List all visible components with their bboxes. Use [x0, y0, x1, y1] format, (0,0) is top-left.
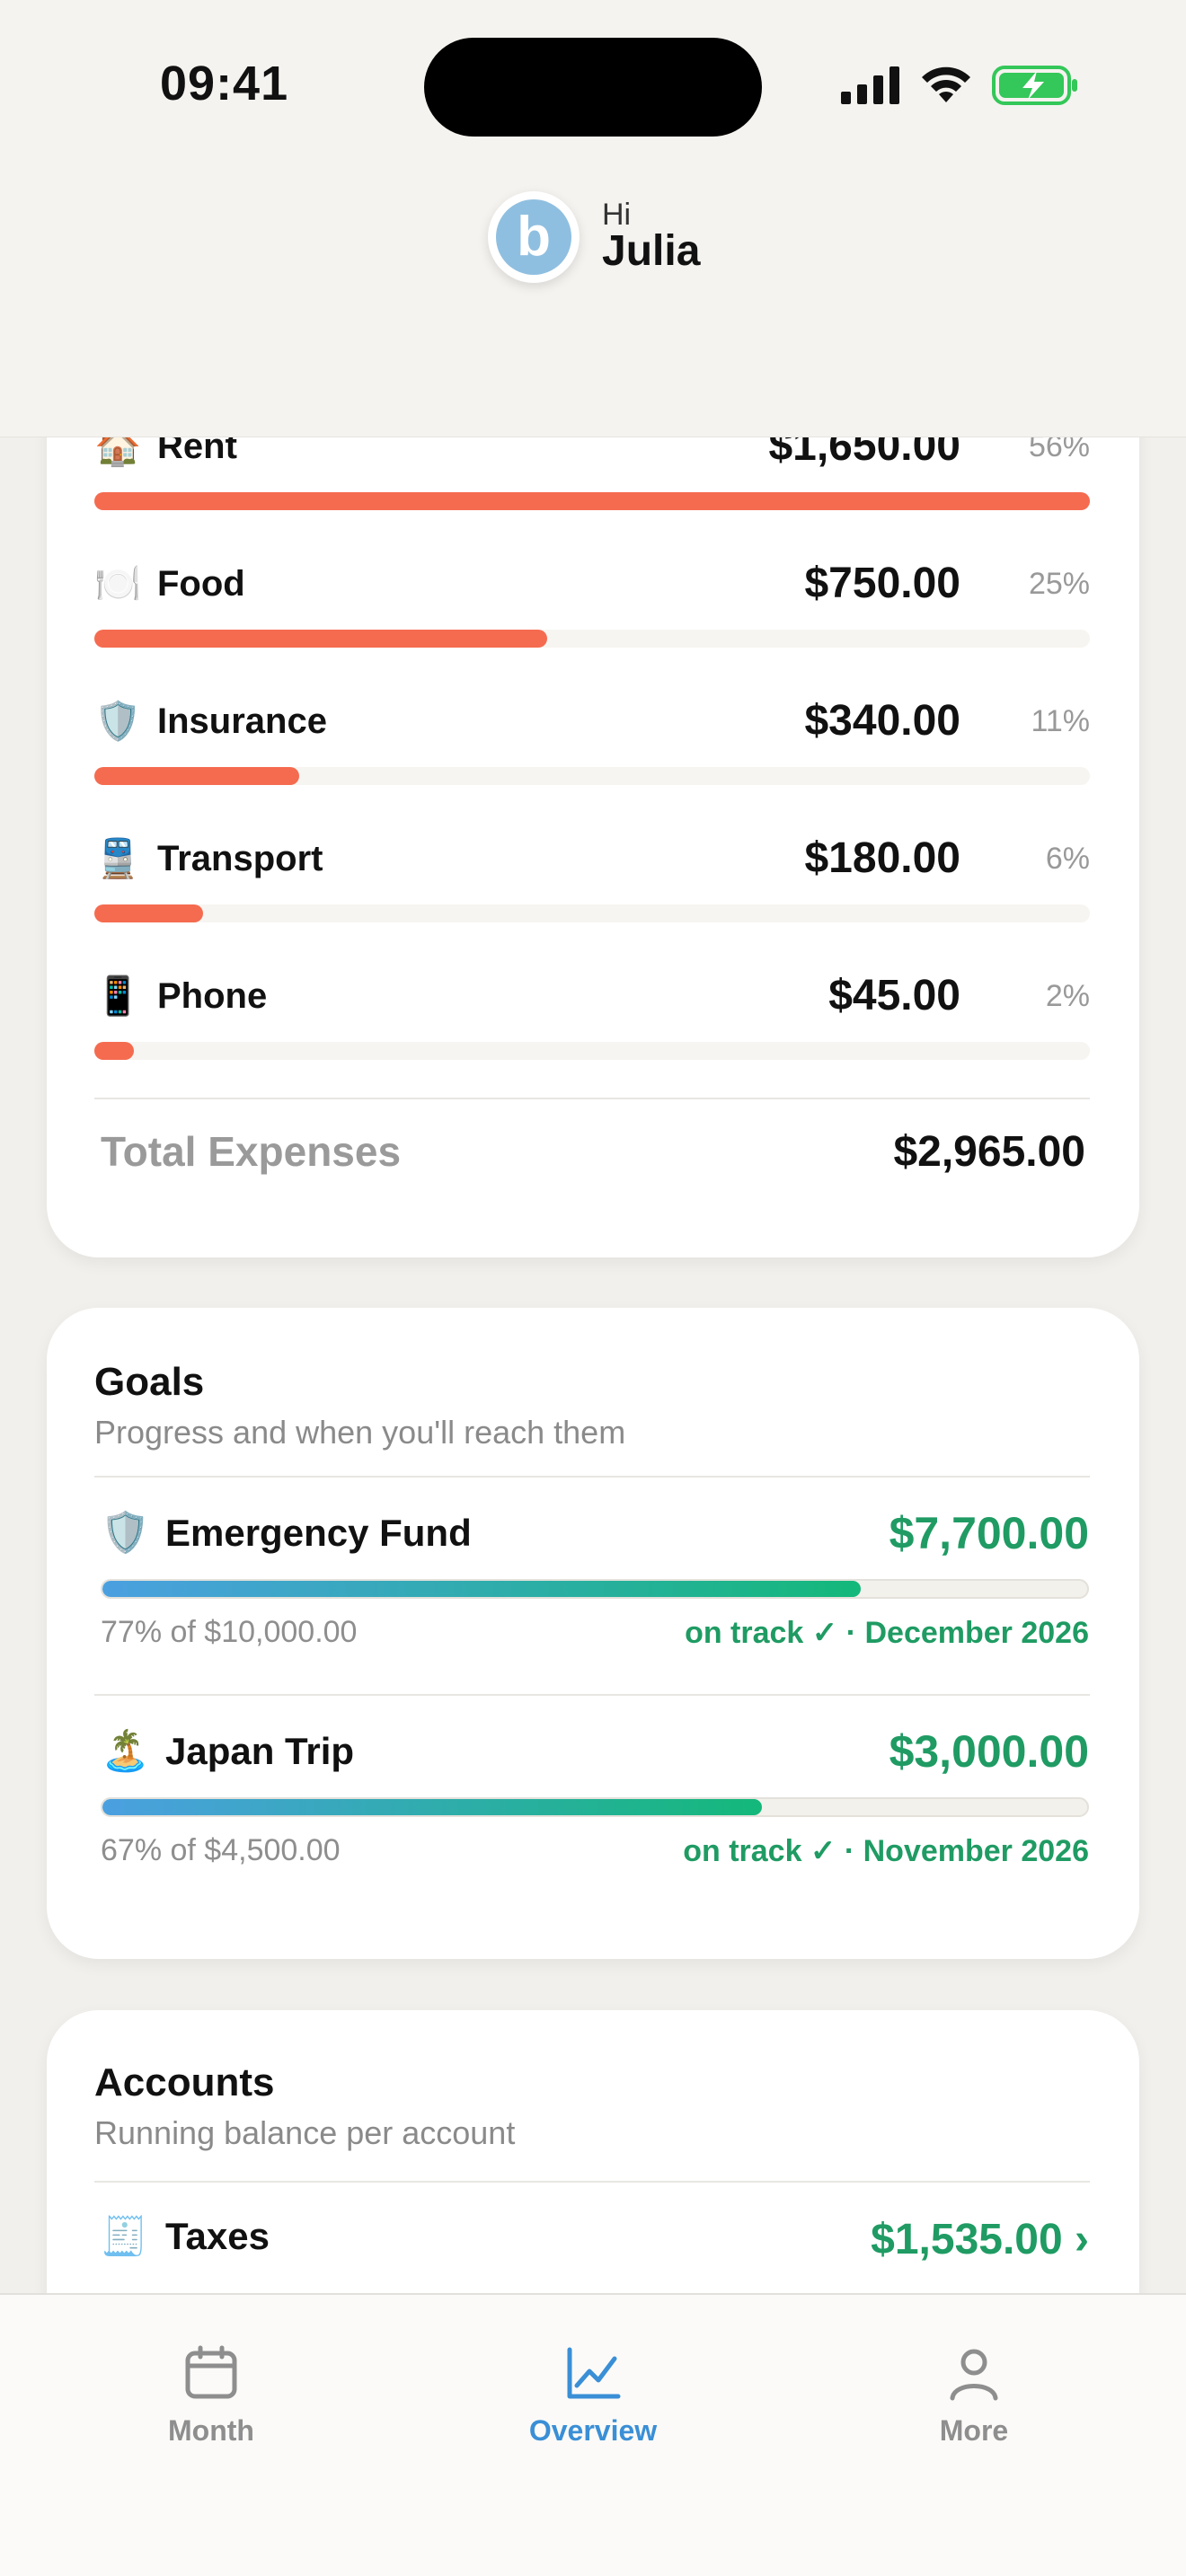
chart-icon — [567, 2347, 621, 2399]
expense-bar-fill — [94, 630, 548, 648]
plate-icon: 🍽️ — [94, 562, 142, 604]
goal-name: Japan Trip — [165, 1730, 355, 1772]
expense-bar-track — [94, 630, 1090, 648]
expense-percent: 25% — [1028, 567, 1090, 601]
expense-label: Phone — [157, 976, 268, 1016]
person-icon — [950, 2349, 998, 2401]
header: 09:41 b Hi Julia — [0, 0, 1186, 437]
status-time: 09:41 — [160, 57, 289, 110]
divider — [94, 2181, 1090, 2183]
avatar[interactable]: b — [488, 191, 580, 283]
expense-row-insurance[interactable]: 🛡️ Insurance $340.00 11% — [94, 697, 1090, 834]
expense-amount: $750.00 — [804, 560, 960, 607]
expense-amount: $180.00 — [804, 834, 960, 882]
goal-progress-track — [101, 1797, 1089, 1817]
expense-percent: 2% — [1045, 979, 1090, 1013]
goal-status: on track ✓ · December 2026 — [685, 1616, 1089, 1650]
divider — [94, 1476, 1090, 1478]
island-icon: 🏝️ — [101, 1729, 150, 1773]
divider — [94, 1694, 1090, 1696]
tab-overview[interactable]: Overview — [485, 2344, 701, 2448]
expense-bar-fill — [94, 1042, 135, 1060]
battery-charging-icon — [992, 66, 1077, 105]
receipt-icon: 🧾 — [101, 2215, 148, 2257]
total-expenses-value: $2,965.00 — [893, 1128, 1085, 1176]
dynamic-island — [424, 38, 762, 137]
goal-emergency-fund[interactable]: 🛡️ Emergency Fund $7,700.00 77% of $10,0… — [101, 1507, 1089, 1687]
expense-label: Insurance — [157, 701, 327, 741]
status-icons — [841, 63, 1078, 108]
total-expenses-label: Total Expenses — [101, 1128, 402, 1175]
expense-percent: 6% — [1045, 842, 1090, 876]
expense-bar-fill — [94, 492, 1090, 510]
phone-icon: 📱 — [94, 975, 142, 1017]
expense-bar-track — [94, 1042, 1090, 1060]
account-balance: $1,535.00 › — [871, 2216, 1089, 2263]
shield-icon: 🛡️ — [101, 1511, 150, 1555]
expense-percent: 11% — [1031, 704, 1090, 738]
expense-label: Transport — [157, 839, 323, 878]
goal-name: Emergency Fund — [165, 1512, 472, 1554]
expense-bar-track — [94, 492, 1090, 510]
goal-progress-text: 67% of $4,500.00 — [101, 1833, 341, 1867]
goals-card: Goals Progress and when you'll reach the… — [47, 1308, 1139, 1959]
expense-amount: $45.00 — [828, 972, 960, 1019]
account-name: Taxes — [165, 2215, 270, 2257]
expense-row-transport[interactable]: 🚆 Transport $180.00 6% — [94, 834, 1090, 972]
goal-japan-trip[interactable]: 🏝️ Japan Trip $3,000.00 67% of $4,500.00… — [101, 1725, 1089, 1905]
goal-progress-track — [101, 1579, 1089, 1599]
expense-bar-fill — [94, 904, 203, 922]
expense-bar-track — [94, 767, 1090, 785]
accounts-subtitle: Running balance per account — [94, 2114, 516, 2151]
expense-row-rent[interactable]: 🏠 Rent $1,650.00 56% — [94, 422, 1090, 560]
account-row-taxes[interactable]: 🧾 Taxes $1,535.00 › — [101, 2215, 1089, 2269]
goal-amount: $7,700.00 — [889, 1508, 1089, 1558]
goals-title: Goals — [94, 1360, 205, 1404]
goal-progress-fill — [102, 1581, 861, 1597]
expense-row-phone[interactable]: 📱 Phone $45.00 2% — [94, 972, 1090, 1109]
avatar-logo: b — [496, 199, 571, 275]
goals-subtitle: Progress and when you'll reach them — [94, 1414, 626, 1451]
calendar-icon — [185, 2345, 237, 2399]
expense-row-food[interactable]: 🍽️ Food $750.00 25% — [94, 560, 1090, 697]
accounts-title: Accounts — [94, 2060, 275, 2104]
goal-progress-text: 77% of $10,000.00 — [101, 1615, 358, 1649]
goal-amount: $3,000.00 — [889, 1726, 1089, 1777]
tab-label: Month — [168, 2414, 254, 2447]
divider — [94, 1098, 1090, 1099]
goal-progress-fill — [102, 1799, 763, 1815]
shield-icon: 🛡️ — [94, 700, 142, 742]
tab-label: Overview — [528, 2414, 658, 2447]
wifi-icon — [922, 66, 970, 102]
expense-bar-track — [94, 904, 1090, 922]
tab-more[interactable]: More — [866, 2344, 1082, 2448]
expense-label: Food — [157, 564, 245, 604]
tab-month[interactable]: Month — [103, 2344, 319, 2448]
tab-label: More — [939, 2414, 1009, 2447]
train-icon: 🚆 — [94, 837, 142, 879]
expense-amount: $340.00 — [804, 697, 960, 745]
user-name: Julia — [602, 227, 701, 275]
goal-status: on track ✓ · November 2026 — [683, 1834, 1089, 1868]
tab-bar: Month Overview More — [0, 2293, 1186, 2576]
signal-icon — [841, 66, 899, 104]
expense-bar-fill — [94, 767, 300, 785]
